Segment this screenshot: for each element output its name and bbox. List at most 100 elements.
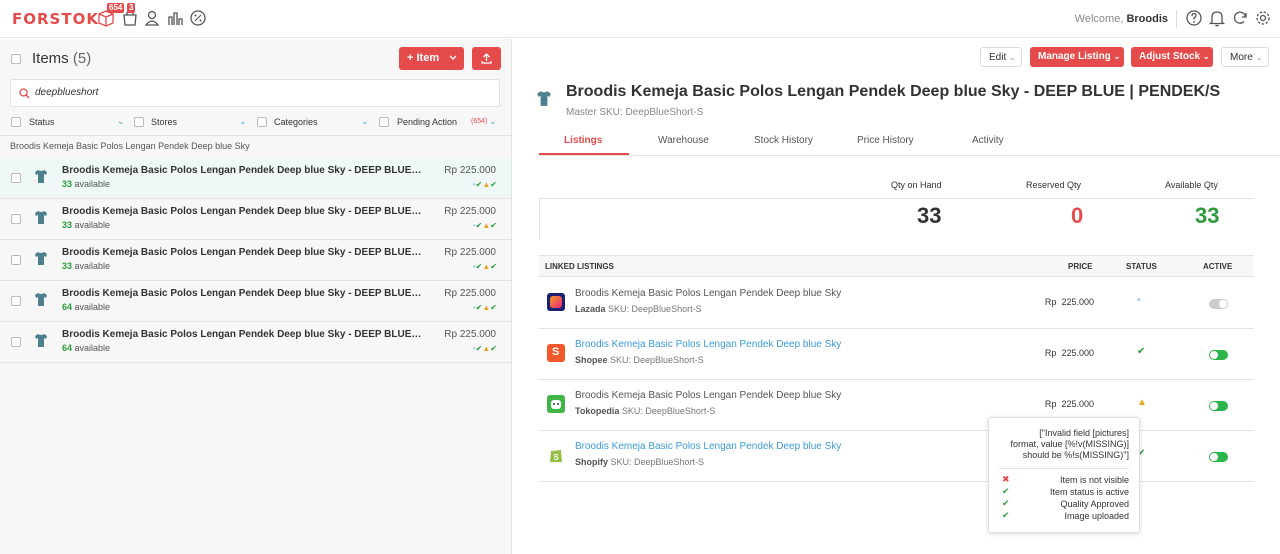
status-filter[interactable]: Status <box>29 117 55 127</box>
item-price: Rp 225.000 <box>444 206 496 217</box>
listing-price: Rp 225.000 <box>1045 399 1094 409</box>
tab-activity[interactable]: Activity <box>972 135 1004 146</box>
promotion-icon[interactable] <box>189 9 207 27</box>
active-toggle[interactable] <box>1209 299 1228 309</box>
item-row[interactable]: Broodis Kemeja Basic Polos Lengan Pendek… <box>0 281 511 322</box>
chevron-down-icon: ⌄ <box>1202 52 1210 61</box>
row-checkbox[interactable] <box>11 173 21 183</box>
export-button[interactable] <box>472 47 501 70</box>
row-checkbox[interactable] <box>11 255 21 265</box>
item-name[interactable]: Broodis Kemeja Basic Polos Lengan Pendek… <box>62 288 424 299</box>
divider <box>0 135 511 136</box>
item-name[interactable]: Broodis Kemeja Basic Polos Lengan Pendek… <box>62 247 424 258</box>
row-checkbox[interactable] <box>11 214 21 224</box>
items-title: Items <box>32 50 69 67</box>
active-column-header: ACTIVE <box>1203 262 1233 271</box>
help-icon[interactable] <box>1185 9 1203 27</box>
channel-status-icons: •✔▲✔ <box>472 303 497 312</box>
product-thumbnail <box>35 334 47 347</box>
sync-icon[interactable] <box>1231 9 1249 27</box>
item-row[interactable]: Broodis Kemeja Basic Polos Lengan Pendek… <box>0 240 511 281</box>
listing-channel: Tokopedia <box>575 406 620 416</box>
listing-channel: Shopify <box>575 457 608 467</box>
item-row[interactable]: Broodis Kemeja Basic Polos Lengan Pendek… <box>0 158 511 199</box>
stores-filter-checkbox[interactable] <box>134 117 144 127</box>
item-avail-label: available <box>74 179 111 189</box>
customer-icon[interactable] <box>143 9 161 27</box>
listing-row-shopify: S Broodis Kemeja Basic Polos Lengan Pend… <box>539 431 1254 482</box>
chevron-down-icon[interactable]: ⌄ <box>361 116 369 127</box>
item-name[interactable]: Broodis Kemeja Basic Polos Lengan Pendek… <box>62 206 424 217</box>
listing-status-tooltip: ["Invalid field [pictures] format, value… <box>988 417 1140 533</box>
row-checkbox[interactable] <box>11 296 21 306</box>
categories-filter-checkbox[interactable] <box>257 117 267 127</box>
item-row[interactable]: Broodis Kemeja Basic Polos Lengan Pendek… <box>0 199 511 240</box>
item-availability: 64 available <box>62 302 110 312</box>
listing-sku: SKU: DeepBlueShort-S <box>608 304 702 314</box>
sync-icon[interactable]: • <box>1137 295 1141 306</box>
item-availability: 64 available <box>62 343 110 353</box>
check-icon: ✔ <box>1002 486 1010 496</box>
listing-name-link[interactable]: Broodis Kemeja Basic Polos Lengan Pendek… <box>575 441 841 452</box>
tab-warehouse[interactable]: Warehouse <box>658 135 709 146</box>
categories-filter[interactable]: Categories <box>274 117 318 127</box>
item-row[interactable]: Broodis Kemeja Basic Polos Lengan Pendek… <box>0 322 511 363</box>
item-name[interactable]: Broodis Kemeja Basic Polos Lengan Pendek… <box>62 165 424 176</box>
report-chart-icon[interactable] <box>166 9 184 27</box>
price-column-header: PRICE <box>1068 262 1093 271</box>
warning-icon[interactable]: ▲ <box>1137 397 1147 408</box>
stores-filter[interactable]: Stores <box>151 117 177 127</box>
select-all-checkbox[interactable] <box>11 54 21 64</box>
status-filter-checkbox[interactable] <box>11 117 21 127</box>
listing-currency: Rp <box>1044 297 1057 307</box>
more-label: More <box>1230 52 1253 63</box>
check-icon[interactable]: ✔ <box>1137 346 1145 357</box>
chevron-down-icon[interactable]: ⌄ <box>239 116 247 127</box>
item-name[interactable]: Broodis Kemeja Basic Polos Lengan Pendek… <box>62 329 424 340</box>
qty-on-hand-label: Qty on Hand <box>891 180 942 190</box>
tab-price-history[interactable]: Price History <box>857 135 914 146</box>
listing-price-value: 225.000 <box>1061 297 1094 307</box>
username[interactable]: Broodis <box>1126 13 1168 25</box>
row-checkbox[interactable] <box>11 337 21 347</box>
chevron-down-icon[interactable]: ⌄ <box>117 116 125 127</box>
pending-action-checkbox[interactable] <box>379 117 389 127</box>
listing-name[interactable]: Broodis Kemeja Basic Polos Lengan Pendek… <box>575 390 841 401</box>
item-avail-label: available <box>74 261 111 271</box>
brand-logo[interactable]: FORSTOK <box>12 10 99 28</box>
search-box <box>10 79 500 107</box>
listing-sku: SKU: DeepBlueShort-S <box>621 406 716 416</box>
tab-listings[interactable]: Listings <box>564 135 602 146</box>
pending-action-count: (654) <box>471 118 488 125</box>
active-toggle[interactable] <box>1209 401 1228 411</box>
chevron-down-icon: ⌄ <box>1255 53 1263 62</box>
chevron-down-icon[interactable]: ⌄ <box>489 116 497 127</box>
active-toggle[interactable] <box>1209 350 1228 360</box>
listing-price-value: 225.000 <box>1061 399 1094 409</box>
more-button[interactable]: More ⌄ <box>1221 47 1269 67</box>
active-tab-indicator <box>539 153 629 155</box>
reserved-qty-label: Reserved Qty <box>1026 180 1082 190</box>
item-detail-panel: Edit ⌄ Manage Listing ⌄ Adjust Stock ⌄ M… <box>513 39 1280 554</box>
qty-on-hand-value: 33 <box>917 203 942 228</box>
settings-gear-icon[interactable] <box>1254 9 1272 27</box>
pending-action-filter[interactable]: Pending Action <box>397 117 457 127</box>
manage-listing-button[interactable]: Manage Listing ⌄ <box>1030 47 1124 67</box>
linked-listings-heading: LINKED LISTINGS <box>545 262 614 271</box>
add-item-button[interactable]: + Item <box>399 47 464 70</box>
adjust-stock-button[interactable]: Adjust Stock ⌄ <box>1131 47 1213 67</box>
add-item-label: + Item <box>407 52 440 64</box>
listing-name-link[interactable]: Broodis Kemeja Basic Polos Lengan Pendek… <box>575 339 841 350</box>
active-toggle[interactable] <box>1209 452 1228 462</box>
listing-row-tokopedia: Broodis Kemeja Basic Polos Lengan Pendek… <box>539 380 1254 431</box>
notification-bell-icon[interactable] <box>1208 9 1226 27</box>
listing-name[interactable]: Broodis Kemeja Basic Polos Lengan Pendek… <box>575 288 841 299</box>
edit-button[interactable]: Edit ⌄ <box>980 47 1022 67</box>
tab-stock-history[interactable]: Stock History <box>754 135 813 146</box>
linked-listings-header: LINKED LISTINGS PRICE STATUS ACTIVE <box>539 255 1254 277</box>
upload-icon <box>481 53 492 64</box>
search-input[interactable] <box>35 87 335 98</box>
listing-row-shopee: S Broodis Kemeja Basic Polos Lengan Pend… <box>539 329 1254 380</box>
svg-text:S: S <box>554 453 560 462</box>
channel-status-icons: •✔▲✔ <box>472 180 497 189</box>
